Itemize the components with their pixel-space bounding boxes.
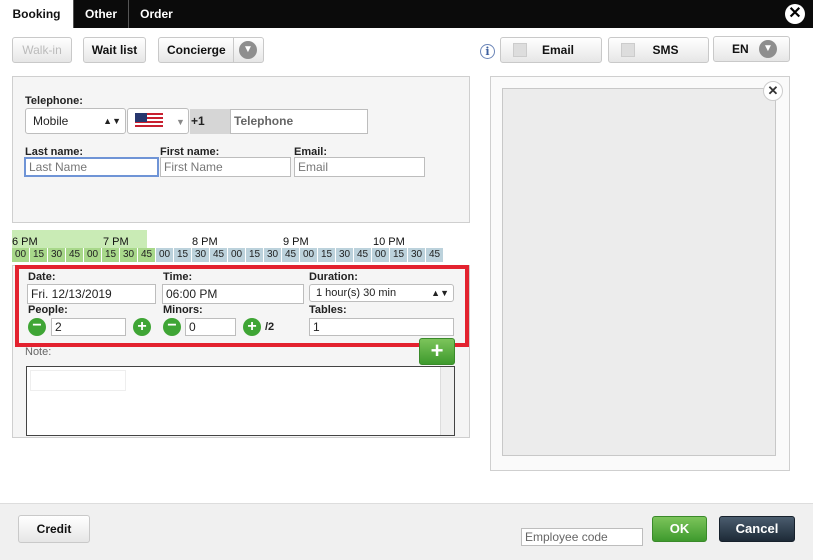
last-name-input[interactable]: Last Name bbox=[24, 157, 159, 177]
wait-list-button[interactable]: Wait list bbox=[83, 37, 146, 63]
info-icon[interactable]: i bbox=[480, 44, 495, 59]
timeline-hour: 10 PM bbox=[373, 236, 405, 248]
note-label: Note: bbox=[25, 346, 52, 358]
first-name-input[interactable]: First Name bbox=[160, 157, 291, 177]
timeline-hour: 8 PM bbox=[192, 236, 218, 248]
telephone-label: Telephone: bbox=[25, 95, 83, 107]
note-textarea[interactable] bbox=[26, 366, 455, 436]
divider bbox=[233, 37, 234, 63]
timeline-slot[interactable]: 15 bbox=[318, 248, 336, 262]
timeline-slot[interactable]: 15 bbox=[174, 248, 192, 262]
timeline-slot[interactable]: 45 bbox=[282, 248, 300, 262]
timeline-slot[interactable]: 45 bbox=[66, 248, 84, 262]
country-code: +1 bbox=[190, 109, 230, 134]
timeline-slot[interactable]: 00 bbox=[228, 248, 246, 262]
email-input[interactable]: Email bbox=[294, 157, 425, 177]
sms-toggle-label: SMS bbox=[652, 43, 679, 57]
us-flag-icon bbox=[135, 113, 163, 129]
tab-other[interactable]: Other bbox=[73, 0, 128, 28]
timeline-slot[interactable]: 30 bbox=[336, 248, 354, 262]
ok-button[interactable]: OK bbox=[652, 516, 707, 542]
timeline-slot[interactable]: 30 bbox=[192, 248, 210, 262]
phone-type-select[interactable]: Mobile ▲▼ bbox=[25, 108, 126, 134]
scrollbar[interactable] bbox=[440, 367, 454, 435]
timeline-slot[interactable]: 00 bbox=[84, 248, 102, 262]
timeline-slot[interactable]: 45 bbox=[354, 248, 372, 262]
chevron-down-icon: ▼ bbox=[759, 40, 777, 58]
walk-in-button[interactable]: Walk-in bbox=[12, 37, 72, 63]
timeline-slot[interactable]: 15 bbox=[246, 248, 264, 262]
flag-canton bbox=[135, 113, 147, 122]
close-icon[interactable]: ✕ bbox=[785, 4, 805, 24]
language-label: EN bbox=[732, 42, 749, 56]
timeline-slot[interactable]: 30 bbox=[408, 248, 426, 262]
timeline-slots: 00 15 30 45 00 15 30 45 00 15 30 45 00 15 30 45 00 15 30 45… bbox=[12, 248, 444, 262]
updown-chevron-icon: ▲▼ bbox=[103, 116, 121, 126]
concierge-dropdown[interactable]: Concierge ▼ bbox=[158, 37, 264, 63]
telephone-input[interactable]: Telephone bbox=[230, 109, 368, 134]
tab-booking[interactable]: Booking bbox=[0, 0, 73, 28]
timeline-slot[interactable]: 00 bbox=[300, 248, 318, 262]
timeline-slot[interactable]: 45 bbox=[210, 248, 228, 262]
timeline-slot[interactable]: 00 bbox=[12, 248, 30, 262]
email-toggle-button[interactable]: Email bbox=[500, 37, 602, 63]
credit-button[interactable]: Credit bbox=[18, 515, 90, 543]
timeline-hour: 6 PM bbox=[12, 236, 38, 248]
add-table-button[interactable]: + bbox=[419, 338, 455, 365]
timeline-slot[interactable]: 00 bbox=[156, 248, 174, 262]
concierge-label: Concierge bbox=[167, 43, 226, 57]
timeline-slot[interactable]: 45 bbox=[426, 248, 444, 262]
timeline-hour: 7 PM bbox=[103, 236, 129, 248]
timeline-slot[interactable]: 30 bbox=[48, 248, 66, 262]
checkbox-icon bbox=[513, 43, 527, 57]
note-suggestion-box bbox=[30, 370, 126, 391]
timeline-slot[interactable]: 00 bbox=[372, 248, 390, 262]
email-toggle-label: Email bbox=[541, 43, 574, 57]
timeline-hour: 9 PM bbox=[283, 236, 309, 248]
cancel-button[interactable]: Cancel bbox=[719, 516, 795, 542]
caret-down-icon: ▼ bbox=[176, 117, 185, 127]
checkbox-icon bbox=[621, 43, 635, 57]
timeline-slot[interactable]: 30 bbox=[120, 248, 138, 262]
language-dropdown[interactable]: EN ▼ bbox=[713, 36, 790, 62]
timeline-slot[interactable]: 15 bbox=[30, 248, 48, 262]
timeline-slot[interactable]: 30 bbox=[264, 248, 282, 262]
country-select[interactable]: ▼ bbox=[127, 108, 189, 134]
close-icon[interactable]: ✕ bbox=[763, 81, 783, 101]
highlight-box bbox=[15, 265, 469, 347]
tab-order[interactable]: Order bbox=[128, 0, 184, 28]
timeline-slot[interactable]: 45 bbox=[138, 248, 156, 262]
chevron-down-icon: ▼ bbox=[239, 41, 257, 59]
employee-code-input[interactable]: Employee code bbox=[521, 528, 643, 546]
phone-type-value: Mobile bbox=[33, 114, 69, 128]
timeline-slot[interactable]: 15 bbox=[390, 248, 408, 262]
timeline-slot[interactable]: 15 bbox=[102, 248, 120, 262]
sms-toggle-button[interactable]: SMS bbox=[608, 37, 709, 63]
side-panel-content bbox=[502, 88, 776, 456]
